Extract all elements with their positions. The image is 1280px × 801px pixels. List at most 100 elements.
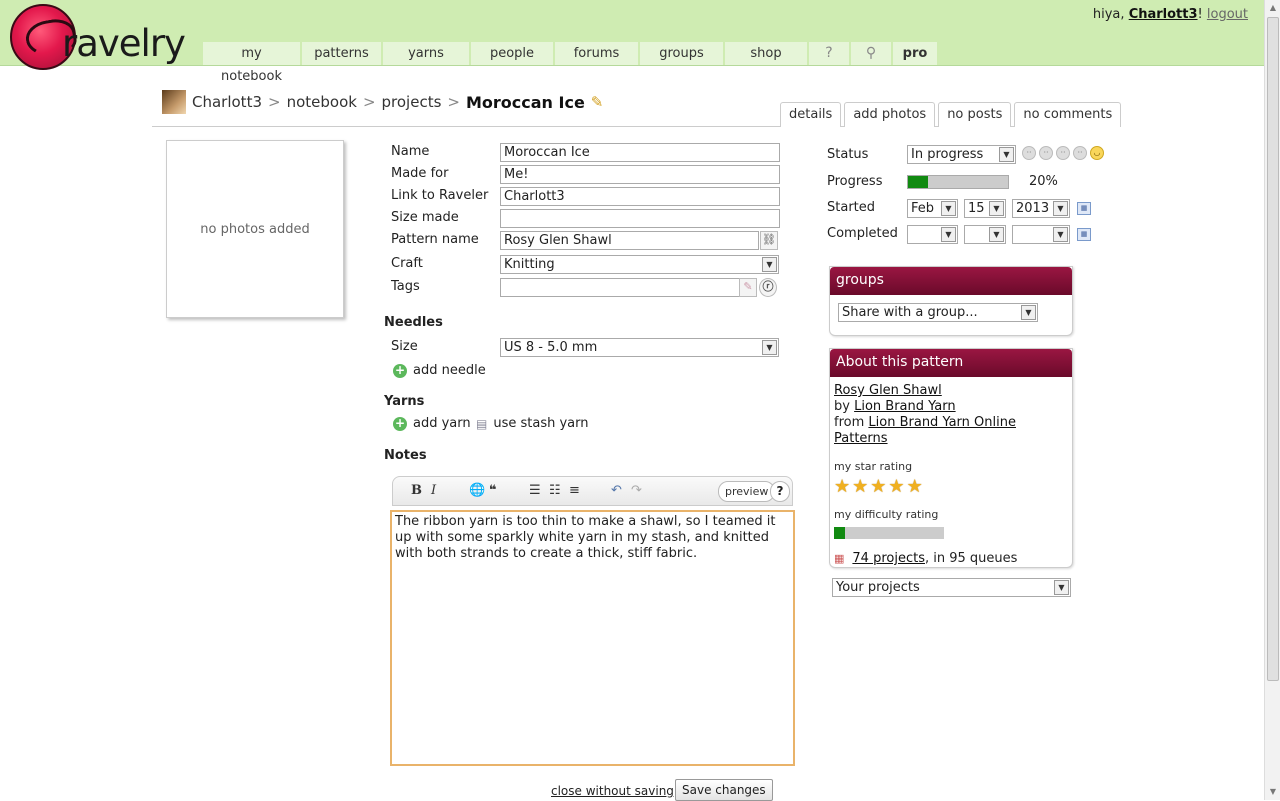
- chevron-down-icon: ▼: [989, 227, 1004, 242]
- calendar-icon[interactable]: ▦: [1077, 202, 1091, 215]
- vertical-scrollbar[interactable]: ▲ ▼: [1264, 0, 1280, 800]
- madefor-label: Made for: [391, 166, 449, 181]
- by-text: by: [834, 399, 850, 414]
- your-projects-select[interactable]: Your projects ▼: [832, 578, 1071, 597]
- add-icon: +: [393, 362, 407, 378]
- close-without-saving-link[interactable]: close without saving: [551, 784, 674, 798]
- tag-icon[interactable]: ✎: [739, 278, 757, 297]
- nav-patterns[interactable]: patterns: [302, 42, 381, 65]
- scroll-down-icon[interactable]: ▼: [1266, 784, 1280, 800]
- designer-link[interactable]: Lion Brand Yarn: [854, 399, 956, 414]
- ravelry-logo[interactable]: ravelry: [10, 4, 190, 72]
- craft-select[interactable]: Knitting ▼: [500, 255, 779, 274]
- tab-add-photos[interactable]: add photos: [844, 102, 936, 127]
- tags-field[interactable]: [500, 278, 740, 297]
- photo-placeholder[interactable]: no photos added: [166, 140, 344, 318]
- nav-yarns[interactable]: yarns: [383, 42, 469, 65]
- undo-icon[interactable]: ↶: [611, 483, 622, 498]
- preview-button[interactable]: preview: [718, 481, 776, 502]
- nav-my-notebook[interactable]: my notebook: [203, 42, 300, 84]
- user-box: hiya, Charlott3! logout: [1093, 7, 1248, 22]
- link-chain-icon[interactable]: ⛓: [760, 231, 778, 250]
- completed-year-select[interactable]: ▼: [1012, 225, 1070, 244]
- editor-help-button[interactable]: ?: [770, 481, 790, 502]
- add-yarn-link[interactable]: + add yarn: [393, 416, 471, 431]
- difficulty-bar[interactable]: [834, 527, 944, 539]
- add-yarn-text: add yarn: [413, 416, 471, 431]
- nav-groups[interactable]: groups: [640, 42, 723, 65]
- pencil-icon[interactable]: ✎: [591, 93, 604, 111]
- add-needle-link[interactable]: + add needle: [393, 363, 486, 378]
- bold-icon[interactable]: B: [411, 483, 422, 498]
- started-year-select[interactable]: 2013 ▼: [1012, 199, 1070, 218]
- started-day-select[interactable]: 15 ▼: [964, 199, 1006, 218]
- crumb-separator: >: [447, 93, 460, 111]
- about-panel-title: About this pattern: [830, 349, 1072, 377]
- scroll-thumb[interactable]: [1267, 17, 1279, 681]
- save-button[interactable]: Save changes: [675, 779, 773, 801]
- started-label: Started: [827, 200, 876, 215]
- link-raveler-field[interactable]: Charlott3: [500, 187, 780, 206]
- progress-bar[interactable]: [907, 175, 1009, 189]
- search-icon[interactable]: ⚲: [851, 42, 891, 65]
- happy-face-icon[interactable]: ◡: [1090, 146, 1104, 160]
- logout-link[interactable]: logout: [1207, 7, 1248, 22]
- craft-label: Craft: [391, 256, 423, 271]
- status-label: Status: [827, 147, 869, 162]
- projects-link[interactable]: 74 projects: [852, 551, 925, 567]
- crumb-user[interactable]: Charlott3: [192, 93, 262, 111]
- groups-panel-title: groups: [830, 267, 1072, 295]
- crumb-separator: >: [268, 93, 281, 111]
- username-link[interactable]: Charlott3: [1129, 7, 1198, 22]
- star-rating[interactable]: ★ ★ ★ ★ ★: [834, 478, 1068, 496]
- projects-line: ▦ 74 projects, in 95 queues: [834, 551, 1068, 567]
- scroll-up-icon[interactable]: ▲: [1266, 0, 1280, 16]
- star-icon[interactable]: ★: [834, 478, 850, 496]
- chevron-down-icon: ▼: [1021, 305, 1036, 320]
- status-select[interactable]: In progress ▼: [907, 145, 1016, 164]
- pattern-link[interactable]: Rosy Glen Shawl: [834, 383, 942, 398]
- star-icon[interactable]: ★: [870, 478, 886, 496]
- nav-people[interactable]: people: [471, 42, 553, 65]
- size-made-label: Size made: [391, 210, 459, 225]
- started-month-select[interactable]: Feb ▼: [907, 199, 958, 218]
- quote-icon[interactable]: ❝: [489, 483, 497, 498]
- crumb-notebook[interactable]: notebook: [287, 93, 357, 111]
- breadcrumb: Charlott3 > notebook > projects > Morocc…: [162, 89, 603, 115]
- share-group-value: Share with a group...: [842, 305, 978, 320]
- redo-icon[interactable]: ↷: [631, 483, 642, 498]
- star-icon[interactable]: ★: [907, 478, 923, 496]
- use-stash-link[interactable]: ▤ use stash yarn: [476, 416, 588, 431]
- calendar-icon[interactable]: ▦: [1077, 228, 1091, 241]
- justify-icon[interactable]: ≡: [569, 483, 580, 498]
- star-icon[interactable]: ★: [888, 478, 904, 496]
- share-group-select[interactable]: Share with a group... ▼: [838, 303, 1038, 322]
- mood-face-icon[interactable]: ··: [1039, 146, 1053, 160]
- notes-textarea[interactable]: [390, 510, 795, 766]
- italic-icon[interactable]: I: [431, 483, 436, 498]
- completed-day-select[interactable]: ▼: [964, 225, 1006, 244]
- crumb-projects[interactable]: projects: [382, 93, 442, 111]
- size-made-field[interactable]: [500, 209, 780, 228]
- nav-shop[interactable]: shop: [725, 42, 807, 65]
- tab-details[interactable]: details: [780, 102, 842, 127]
- tab-posts[interactable]: no posts: [938, 102, 1012, 127]
- nav-forums[interactable]: forums: [555, 42, 638, 65]
- link-globe-icon[interactable]: 🌐: [469, 483, 485, 498]
- mood-face-icon[interactable]: ··: [1073, 146, 1087, 160]
- ravelry-tag-icon[interactable]: ⓡ: [759, 278, 777, 297]
- help-icon[interactable]: ?: [809, 42, 849, 65]
- bullet-list-icon[interactable]: ☷: [549, 483, 561, 498]
- avatar[interactable]: [162, 90, 186, 114]
- nav-pro[interactable]: pro: [893, 42, 937, 65]
- name-field[interactable]: Moroccan Ice: [500, 143, 780, 162]
- ordered-list-icon[interactable]: ☰: [529, 483, 541, 498]
- madefor-field[interactable]: Me!: [500, 165, 780, 184]
- needle-size-select[interactable]: US 8 - 5.0 mm ▼: [500, 338, 779, 357]
- mood-face-icon[interactable]: ··: [1056, 146, 1070, 160]
- pattern-name-field[interactable]: Rosy Glen Shawl: [500, 231, 759, 250]
- tab-comments[interactable]: no comments: [1014, 102, 1122, 127]
- mood-face-icon[interactable]: ··: [1022, 146, 1036, 160]
- completed-month-select[interactable]: ▼: [907, 225, 958, 244]
- star-icon[interactable]: ★: [852, 478, 868, 496]
